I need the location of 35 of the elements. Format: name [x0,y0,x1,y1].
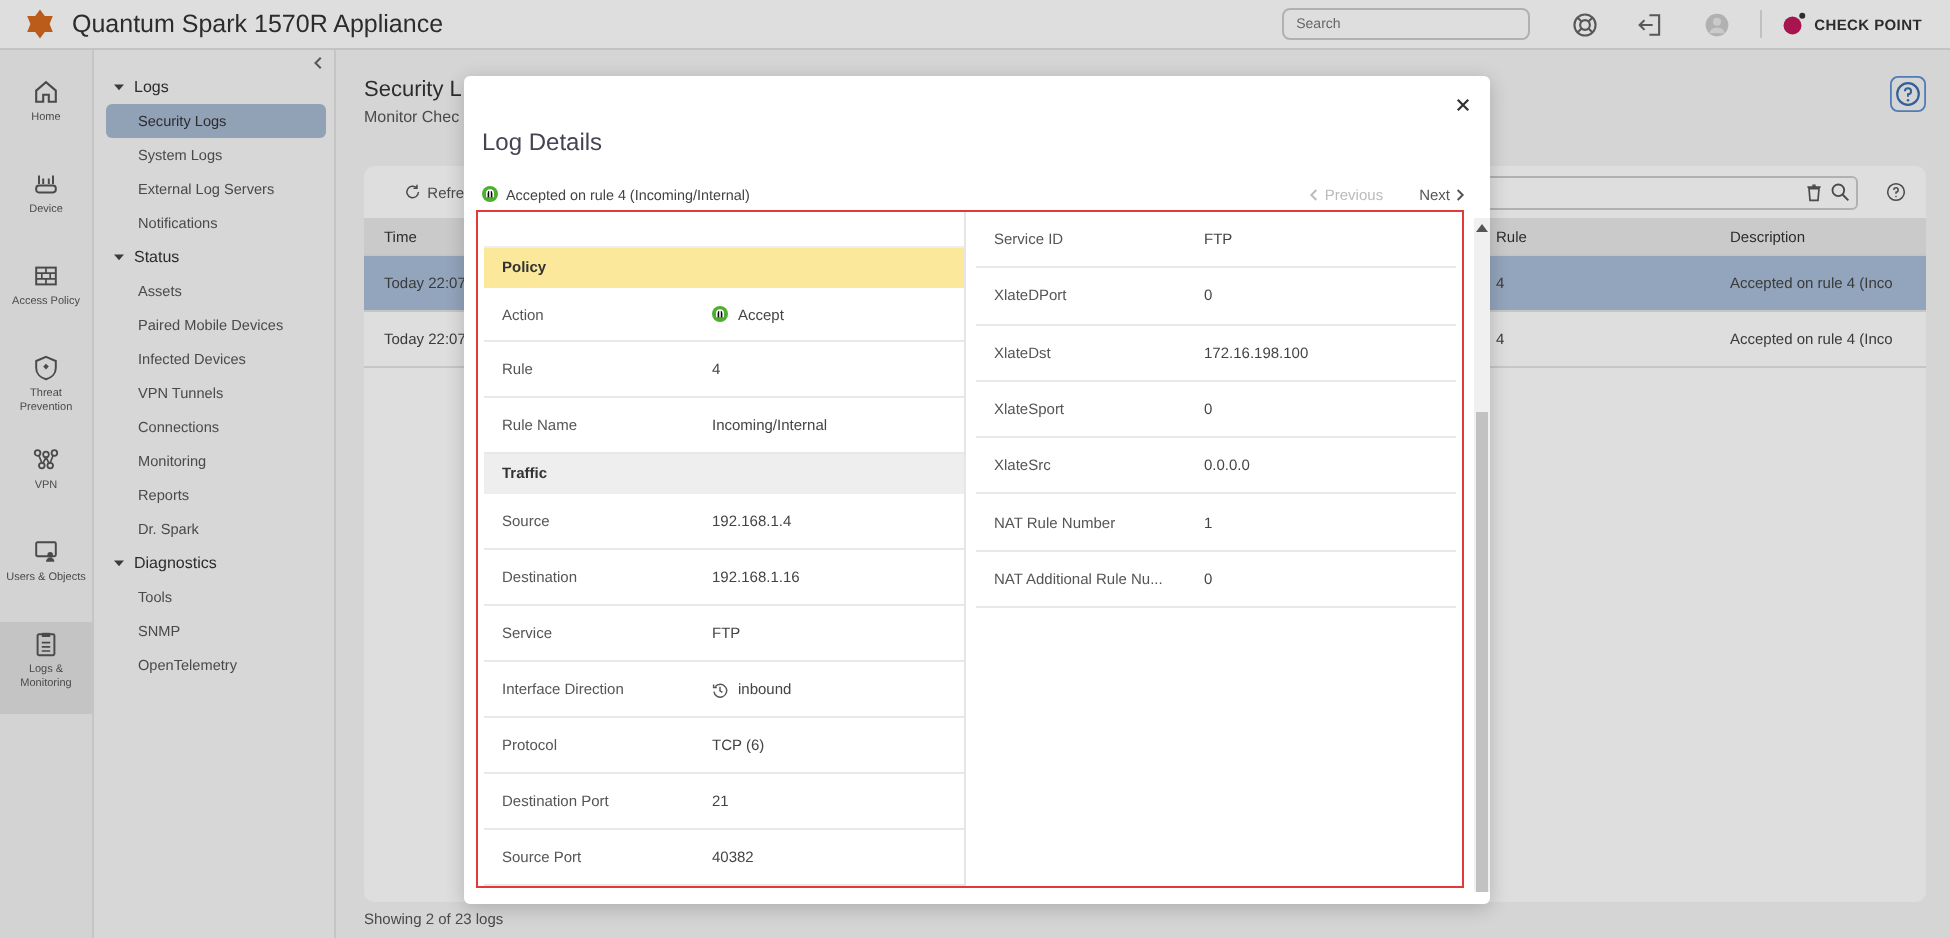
router-icon [32,170,60,198]
monitor-user-icon [32,538,60,566]
logout-icon[interactable] [1638,11,1665,37]
clipboard-icon [32,630,60,658]
caret-icon[interactable] [114,558,124,568]
brand-logo-icon [1782,12,1807,36]
help-icon[interactable] [1890,76,1926,112]
app-logo-icon [24,8,56,40]
dialog-title: Log Details [482,128,605,156]
home-icon [32,78,60,106]
clock-arrow-icon [712,681,728,698]
accept-icon [482,186,498,202]
caret-icon[interactable] [114,252,124,262]
page-subtitle: Monitor Chec [364,108,462,126]
scroll-up-icon[interactable] [1476,224,1488,232]
nav-group-label[interactable]: Status [134,248,180,266]
app-title: Quantum Spark 1570R Appliance [72,10,444,38]
chevron-left-icon [1308,187,1319,201]
firewall-icon [32,262,60,290]
network-icon [32,446,60,474]
help-lifebuoy-icon[interactable] [1572,11,1599,37]
nav-group-label[interactable]: Diagnostics [134,554,217,572]
accept-icon [712,306,728,323]
caret-icon[interactable] [114,82,124,92]
help-icon[interactable] [1886,182,1906,202]
nav-group-label[interactable]: Logs [134,78,169,96]
trash-icon[interactable] [1804,182,1824,202]
close-icon[interactable] [1456,98,1470,112]
search-icon[interactable] [1830,182,1850,202]
shield-icon [32,354,60,382]
page-title: Security L [364,78,462,102]
refresh-icon [404,182,422,202]
collapse-icon[interactable] [312,56,326,70]
chevron-right-icon [1456,187,1466,201]
scrollbar[interactable] [1474,218,1490,892]
